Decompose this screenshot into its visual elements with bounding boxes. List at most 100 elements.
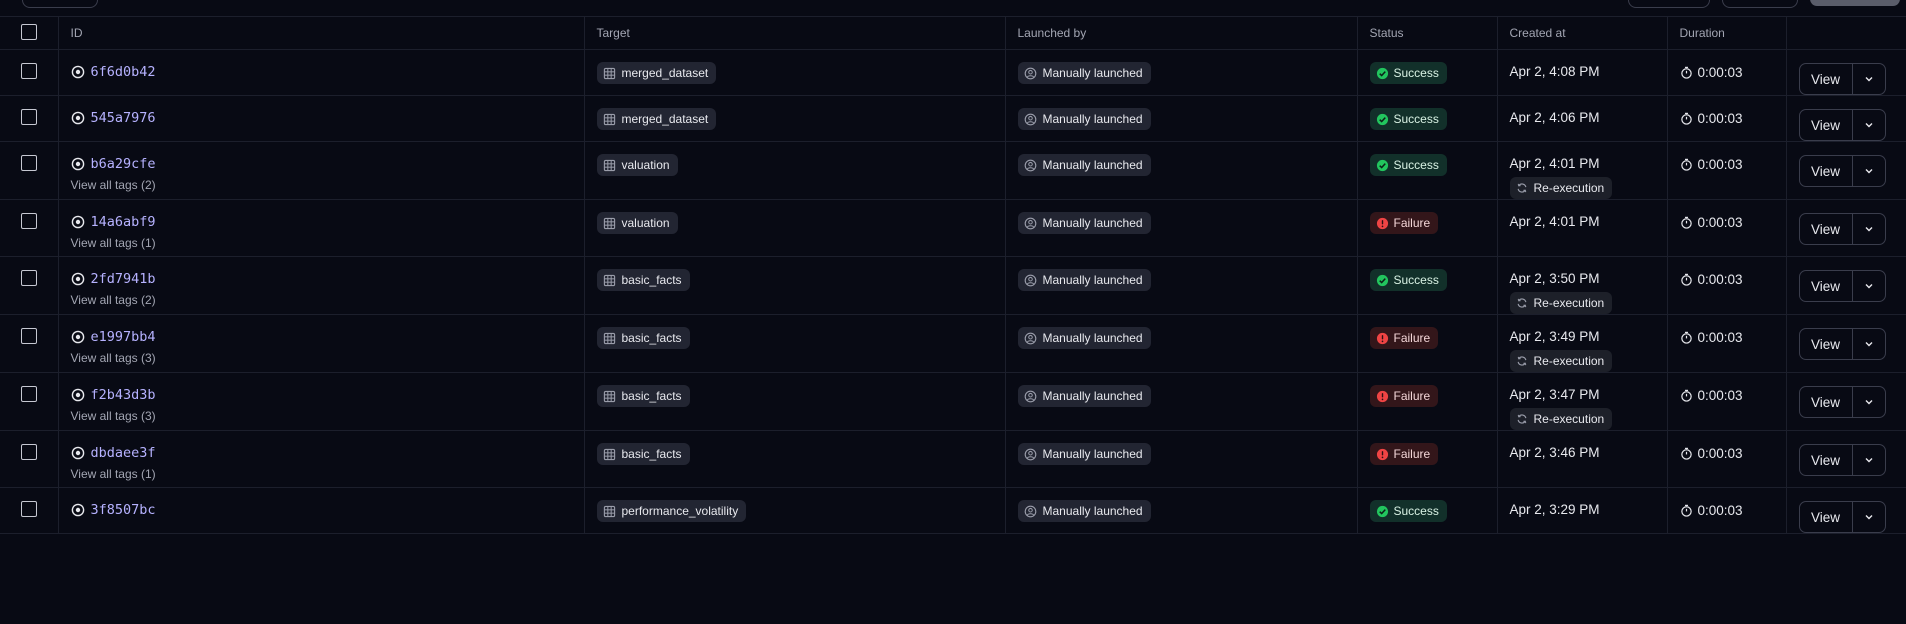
view-button-group: View [1798,213,1886,245]
timer-icon [1680,504,1692,517]
view-button[interactable]: View [1800,502,1853,532]
select-all-checkbox[interactable] [20,23,37,40]
more-actions-button[interactable] [1853,64,1885,94]
more-actions-button[interactable] [1853,502,1885,532]
reexecution-label: Re-execution [1533,354,1605,368]
alert-circle-icon [1376,217,1388,229]
target-tag[interactable]: performance_volatility [596,500,747,522]
check-circle-icon [1376,113,1388,125]
row-checkbox[interactable] [20,155,37,171]
created-at-time: Apr 2, 4:06 PM [1509,110,1600,125]
launched-by-tag: Manually launched [1017,62,1151,84]
target-label: merged_dataset [621,66,709,80]
target-label: basic_facts [621,331,682,345]
created-at-cell: Apr 2, 4:08 PM [1497,49,1668,96]
view-button[interactable]: View [1800,271,1853,301]
view-button[interactable]: View [1800,110,1853,140]
run-id-link[interactable]: e1997bb4 [91,329,156,345]
more-actions-button[interactable] [1853,271,1885,301]
view-all-tags-link[interactable]: View all tags (3) [71,351,584,365]
row-checkbox[interactable] [20,270,37,286]
id-cell: b6a29cfe View all tags (2) [58,141,585,200]
view-all-tags-link[interactable]: View all tags (2) [71,178,584,192]
table-grid-icon [603,113,615,125]
status-cell: Failure [1357,199,1498,257]
target-tag[interactable]: basic_facts [596,269,690,291]
run-id-link[interactable]: b6a29cfe [91,156,156,172]
header-id[interactable]: ID [58,17,585,50]
chevron-down-icon [1865,458,1872,463]
row-checkbox[interactable] [20,109,37,125]
row-select-cell [0,314,59,373]
more-actions-button[interactable] [1853,110,1885,140]
target-tag[interactable]: valuation [596,212,678,234]
view-button[interactable]: View [1800,64,1853,94]
target-label: basic_facts [621,447,682,461]
row-checkbox[interactable] [20,444,37,460]
table-grid-icon [603,159,615,171]
target-tag[interactable]: merged_dataset [596,108,717,130]
toolbar-button[interactable] [1722,0,1798,8]
view-all-tags-link[interactable]: View all tags (3) [71,409,584,423]
launched-by-cell: Manually launched [1005,141,1358,200]
view-all-tags-link[interactable]: View all tags (2) [71,293,584,307]
target-tag[interactable]: valuation [596,154,678,176]
header-created-at[interactable]: Created at [1497,17,1668,50]
target-tag[interactable]: merged_dataset [596,62,717,84]
launched-by-label: Manually launched [1042,66,1143,80]
reexecution-label: Re-execution [1533,296,1605,310]
header-target[interactable]: Target [584,17,1006,50]
status-label: Success [1393,273,1439,287]
view-button[interactable]: View [1800,329,1853,359]
status-label: Success [1393,66,1439,80]
run-id-link[interactable]: dbdaee3f [91,445,156,461]
row-checkbox[interactable] [20,386,37,402]
target-cell: valuation [584,199,1006,257]
run-id-link[interactable]: 2fd7941b [91,271,156,287]
toolbar-primary-button[interactable] [1810,0,1900,6]
run-icon [71,111,84,125]
row-checkbox[interactable] [20,328,37,344]
target-cell: basic_facts [584,314,1006,373]
more-actions-button[interactable] [1853,387,1885,417]
user-icon [1024,274,1036,286]
header-launched-by[interactable]: Launched by [1005,17,1358,50]
target-tag[interactable]: basic_facts [596,385,690,407]
view-button[interactable]: View [1800,214,1853,244]
target-cell: basic_facts [584,430,1006,488]
user-icon [1024,332,1036,344]
view-button[interactable]: View [1800,387,1853,417]
timer-icon [1680,112,1692,125]
target-tag[interactable]: basic_facts [596,327,690,349]
created-at-time: Apr 2, 3:49 PM [1509,329,1600,344]
created-at-cell: Apr 2, 3:47 PM Re-execution [1497,372,1668,431]
view-all-tags-link[interactable]: View all tags (1) [71,236,584,250]
duration-cell: 0:00:03 [1667,256,1787,315]
view-button[interactable]: View [1800,445,1853,475]
run-id-link[interactable]: 14a6abf9 [91,214,156,230]
run-id-link[interactable]: 3f8507bc [91,502,156,518]
target-tag[interactable]: basic_facts [596,443,690,465]
view-button-group: View [1798,63,1886,95]
run-id-link[interactable]: 6f6d0b42 [91,64,156,80]
table-grid-icon [603,448,615,460]
launched-by-tag: Manually launched [1017,154,1151,176]
created-at-cell: Apr 2, 4:01 PM [1497,199,1668,257]
more-actions-button[interactable] [1853,214,1885,244]
header-duration[interactable]: Duration [1667,17,1787,50]
more-actions-button[interactable] [1853,156,1885,186]
view-all-tags-link[interactable]: View all tags (1) [71,467,584,481]
toolbar-button[interactable] [22,0,98,8]
toolbar-button[interactable] [1628,0,1710,8]
row-checkbox[interactable] [20,213,37,229]
run-id-link[interactable]: 545a7976 [91,110,156,126]
more-actions-button[interactable] [1853,445,1885,475]
run-id-link[interactable]: f2b43d3b [91,387,156,403]
row-checkbox[interactable] [20,501,37,517]
chevron-down-icon [1865,123,1872,128]
view-button[interactable]: View [1800,156,1853,186]
header-status[interactable]: Status [1357,17,1498,50]
duration-value: 0:00:03 [1697,271,1743,287]
row-checkbox[interactable] [20,63,37,79]
more-actions-button[interactable] [1853,329,1885,359]
